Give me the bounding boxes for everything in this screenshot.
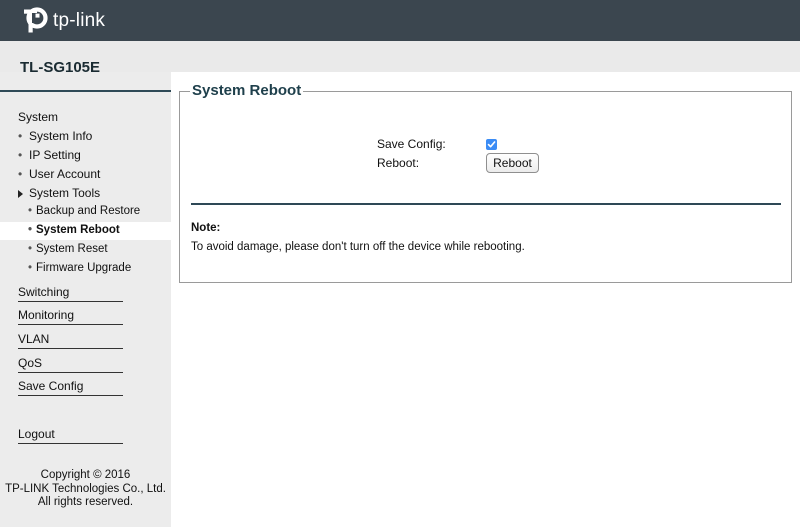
section-underline — [18, 301, 123, 302]
sidebar-section-vlan[interactable]: VLAN — [18, 332, 49, 346]
reboot-button[interactable]: Reboot — [486, 153, 539, 173]
sidebar: System • System Info • IP Setting • User Ac… — [0, 72, 171, 527]
section-underline — [18, 443, 123, 444]
sidebar-subitem-system-reset[interactable]: • System Reset — [28, 243, 108, 255]
logout-link[interactable]: Logout — [18, 427, 55, 441]
top-bar: tp-link — [0, 0, 800, 41]
system-reboot-panel: System Reboot Save Config: Reboot: Reboo… — [179, 82, 792, 283]
section-underline — [18, 348, 123, 349]
bullet-icon: • — [18, 129, 23, 143]
sidebar-section-save-config[interactable]: Save Config — [18, 379, 83, 393]
copyright-line: TP-LINK Technologies Co., Ltd. — [5, 482, 166, 495]
sidebar-subitem-label: Firmware Upgrade — [36, 262, 132, 274]
copyright-notice: Copyright © 2016 TP-LINK Technologies Co… — [0, 469, 171, 510]
sidebar-item-system-tools[interactable]: System Tools — [18, 186, 100, 200]
sidebar-item-label: IP Setting — [29, 148, 81, 162]
copyright-line: All rights reserved. — [37, 496, 134, 508]
bullet-icon: • — [28, 224, 33, 236]
sidebar-item-label: System Tools — [29, 186, 101, 200]
sidebar-item-label: System Info — [29, 129, 93, 143]
save-config-checkbox[interactable] — [486, 139, 497, 150]
section-underline — [18, 324, 123, 325]
reboot-label: Reboot: — [377, 156, 420, 170]
bullet-icon: • — [18, 167, 23, 181]
save-config-label: Save Config: — [377, 137, 446, 151]
bullet-icon: • — [28, 262, 33, 274]
sidebar-subitem-label: System Reset — [36, 243, 108, 255]
copyright-line: Copyright © 2016 — [40, 469, 131, 481]
bullet-icon: • — [18, 148, 23, 162]
sidebar-subitem-firmware-upgrade[interactable]: • Firmware Upgrade — [28, 262, 131, 274]
sidebar-section-switching[interactable]: Switching — [18, 285, 69, 299]
section-underline — [18, 395, 123, 396]
sidebar-section-monitoring[interactable]: Monitoring — [18, 308, 74, 322]
bullet-icon: • — [28, 243, 33, 255]
sidebar-section-qos[interactable]: QoS — [18, 356, 42, 370]
panel-divider — [191, 203, 781, 205]
sidebar-item-ip-setting[interactable]: • IP Setting — [18, 148, 81, 162]
section-underline — [18, 372, 123, 373]
sidebar-item-label: User Account — [29, 167, 101, 181]
checkmark-icon — [487, 141, 496, 148]
brand-name: tp-link — [53, 10, 106, 31]
sidebar-section-system[interactable]: System — [18, 110, 58, 124]
bullet-icon: • — [28, 205, 33, 217]
tp-link-logo-icon — [20, 7, 48, 35]
sidebar-divider — [0, 90, 171, 92]
sidebar-subitem-label: Backup and Restore — [36, 205, 141, 217]
sidebar-subitem-label: System Reboot — [36, 224, 120, 236]
caret-right-icon — [18, 189, 23, 198]
sidebar-subitem-system-reboot[interactable]: • System Reboot — [28, 224, 120, 236]
model-bar: TL-SG105E — [0, 41, 800, 76]
brand-logo: tp-link — [20, 6, 105, 36]
sidebar-item-user-account[interactable]: • User Account — [18, 167, 100, 181]
note-title: Note: — [191, 222, 221, 234]
page-title: System Reboot — [190, 82, 304, 99]
note-text: To avoid damage, please don't turn off t… — [191, 241, 525, 253]
sidebar-subitem-backup-restore[interactable]: • Backup and Restore — [28, 205, 140, 217]
sidebar-item-system-info[interactable]: • System Info — [18, 129, 92, 143]
